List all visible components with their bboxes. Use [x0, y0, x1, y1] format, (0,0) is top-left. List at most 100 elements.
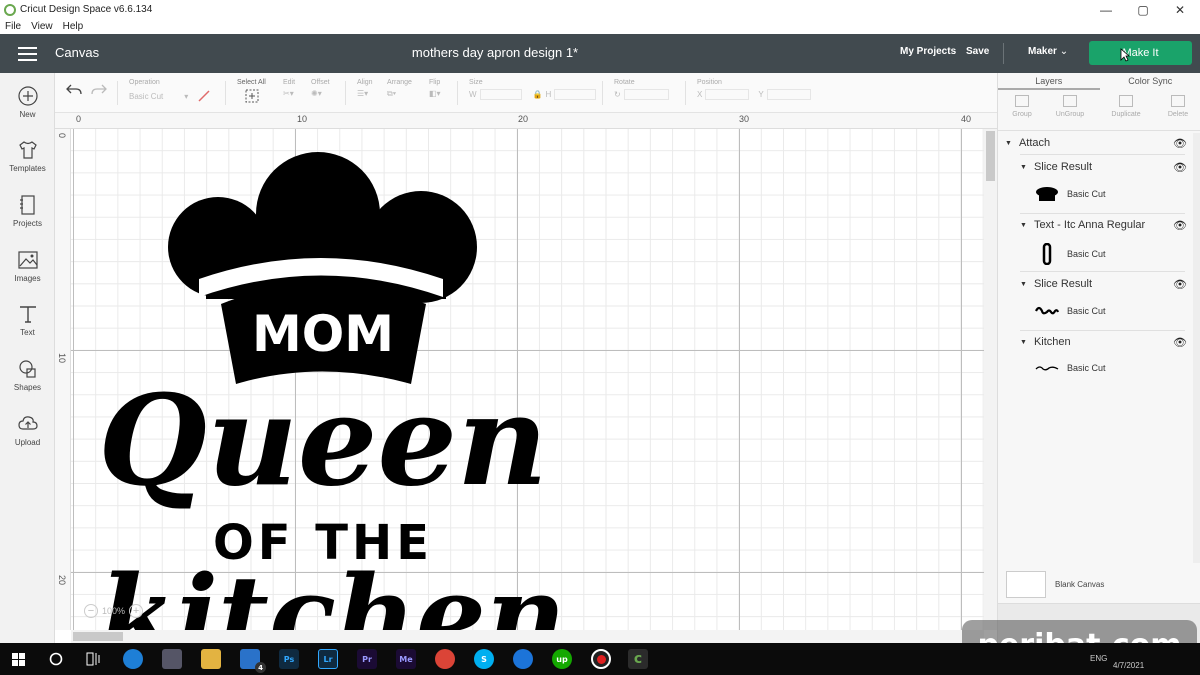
redo-icon[interactable]	[91, 83, 107, 97]
panel-scrollbar[interactable]	[1193, 133, 1200, 563]
clock-date[interactable]: 4/7/2021	[1113, 661, 1144, 670]
premiere-icon[interactable]: Pr	[357, 649, 377, 669]
make-it-button[interactable]: Make It	[1089, 41, 1192, 65]
rotate-input[interactable]	[623, 89, 669, 100]
layer-row[interactable]: ▼ Slice Result 👁	[1020, 161, 1195, 174]
close-window-button[interactable]: ✕	[1162, 0, 1198, 19]
caret-down-icon[interactable]: ▼	[1020, 281, 1027, 288]
duplicate-button[interactable]: Duplicate	[1102, 95, 1150, 118]
zoom-in-button[interactable]: +	[129, 604, 144, 618]
width-input[interactable]	[479, 89, 522, 100]
lock-icon[interactable]: 🔒	[533, 90, 543, 99]
layer-row[interactable]: ▼ Slice Result 👁	[1020, 278, 1195, 291]
cricut-taskbar-icon[interactable]: c	[628, 649, 648, 669]
eye-icon[interactable]: 👁	[1173, 161, 1187, 174]
record-icon[interactable]	[591, 649, 611, 669]
ungroup-icon	[1063, 95, 1077, 107]
scroll-thumb[interactable]	[73, 632, 123, 641]
mouse-cursor-icon	[1120, 48, 1130, 62]
blank-canvas-label: Blank Canvas	[1055, 580, 1105, 589]
sidebar-item-shapes[interactable]: Shapes	[0, 358, 55, 408]
group-button[interactable]: Group	[998, 95, 1046, 118]
sidebar-item-upload[interactable]: Upload	[0, 413, 55, 463]
menu-view[interactable]: View	[31, 21, 53, 32]
machine-select[interactable]: Maker ⌄	[1028, 46, 1068, 57]
arrange-group[interactable]: Arrange ⧉▾	[387, 79, 412, 99]
horizontal-scrollbar[interactable]	[71, 630, 984, 643]
sidebar-item-text[interactable]: Text	[0, 303, 55, 353]
eye-icon[interactable]: 👁	[1173, 336, 1187, 349]
sidebar-item-templates[interactable]: Templates	[0, 139, 55, 189]
layer-sublayer[interactable]: Basic Cut	[1035, 186, 1106, 202]
undo-icon[interactable]	[66, 83, 82, 97]
language-indicator[interactable]: ENG	[1090, 654, 1107, 663]
layer-sublayer[interactable]: Basic Cut	[1035, 363, 1106, 373]
scroll-thumb[interactable]	[986, 131, 995, 181]
zoom-out-button[interactable]: −	[84, 604, 98, 618]
align-icon: ☰▾	[357, 89, 369, 98]
calculator-icon[interactable]	[162, 649, 182, 669]
operation-group[interactable]: Operation Basic Cut ▾	[129, 79, 211, 103]
save-button[interactable]: Save	[966, 46, 989, 57]
caret-down-icon[interactable]: ▼	[1020, 164, 1027, 171]
hamburger-menu-icon[interactable]	[18, 47, 37, 61]
flip-group[interactable]: Flip ◧▾	[429, 79, 441, 98]
y-input[interactable]	[766, 89, 811, 100]
rotate-group[interactable]: Rotate ↻	[614, 79, 669, 100]
layer-divider	[1020, 330, 1185, 331]
ungroup-button[interactable]: UnGroup	[1046, 95, 1094, 118]
caret-down-icon[interactable]: ▼	[1020, 222, 1027, 229]
layer-row[interactable]: ▼ Kitchen 👁	[1020, 336, 1195, 349]
tab-layers[interactable]: Layers	[998, 73, 1100, 90]
eye-icon[interactable]: 👁	[1173, 219, 1187, 232]
sidebar-item-images[interactable]: Images	[0, 249, 55, 299]
blank-canvas-swatch[interactable]	[1006, 571, 1046, 598]
minimize-button[interactable]: —	[1088, 0, 1124, 19]
apron-design[interactable]: MOM Queen OF THE kitchen	[71, 129, 984, 630]
position-group[interactable]: Position X Y	[697, 79, 811, 100]
select-all-group[interactable]: Select All	[237, 79, 266, 105]
design-canvas[interactable]: MOM Queen OF THE kitchen	[71, 129, 984, 630]
task-view-icon[interactable]	[86, 652, 101, 666]
menu-help[interactable]: Help	[63, 21, 84, 32]
teamviewer-icon[interactable]	[513, 649, 533, 669]
offset-group[interactable]: Offset ✺▾	[311, 79, 330, 98]
delete-button[interactable]: Delete	[1154, 95, 1200, 118]
x-input[interactable]	[705, 89, 750, 100]
caret-down-icon[interactable]: ▼	[1020, 339, 1027, 346]
chrome-icon[interactable]	[435, 649, 455, 669]
layer-row[interactable]: ▼ Text - Itc Anna Regular 👁	[1020, 219, 1195, 232]
mail-icon[interactable]: 4	[240, 649, 266, 673]
tab-color-sync[interactable]: Color Sync	[1100, 73, 1200, 90]
menu-file[interactable]: File	[5, 21, 21, 32]
caret-down-icon[interactable]: ▼	[1005, 140, 1012, 147]
sidebar-item-projects[interactable]: Projects	[0, 194, 55, 244]
layer-sublayer[interactable]: Basic Cut	[1035, 243, 1106, 265]
size-group[interactable]: Size W 🔒 H	[469, 79, 597, 100]
layer-row-attach[interactable]: ▼ Attach 👁	[1005, 137, 1195, 150]
dropdown-caret-icon: ▾	[184, 91, 189, 101]
height-input[interactable]	[554, 89, 597, 100]
skype-icon[interactable]: S	[474, 649, 494, 669]
sidebar-item-new[interactable]: New	[0, 85, 55, 135]
maximize-button[interactable]: ▢	[1125, 0, 1161, 19]
lightroom-icon[interactable]: Lr	[318, 649, 338, 669]
my-projects-button[interactable]: My Projects	[900, 46, 956, 57]
vertical-scrollbar[interactable]	[984, 129, 997, 630]
search-circle-icon[interactable]	[49, 652, 63, 666]
layer-name: Slice Result	[1033, 161, 1093, 173]
edit-group[interactable]: Edit ✂▾	[283, 79, 295, 98]
blank-canvas-row[interactable]: Blank Canvas	[1006, 571, 1104, 598]
edge-icon[interactable]	[123, 649, 143, 669]
folder-icon[interactable]	[201, 649, 221, 669]
align-group[interactable]: Align ☰▾	[357, 79, 373, 98]
upwork-icon[interactable]: up	[552, 649, 572, 669]
eye-icon[interactable]: 👁	[1173, 278, 1187, 291]
document-title[interactable]: mothers day apron design 1*	[350, 45, 640, 60]
media-encoder-icon[interactable]: Me	[396, 649, 416, 669]
photoshop-icon[interactable]: Ps	[279, 649, 299, 669]
size-label: Size	[469, 79, 483, 86]
layer-sublayer[interactable]: Basic Cut	[1035, 304, 1106, 318]
windows-start-icon[interactable]	[12, 653, 25, 666]
eye-icon[interactable]: 👁	[1173, 137, 1187, 150]
